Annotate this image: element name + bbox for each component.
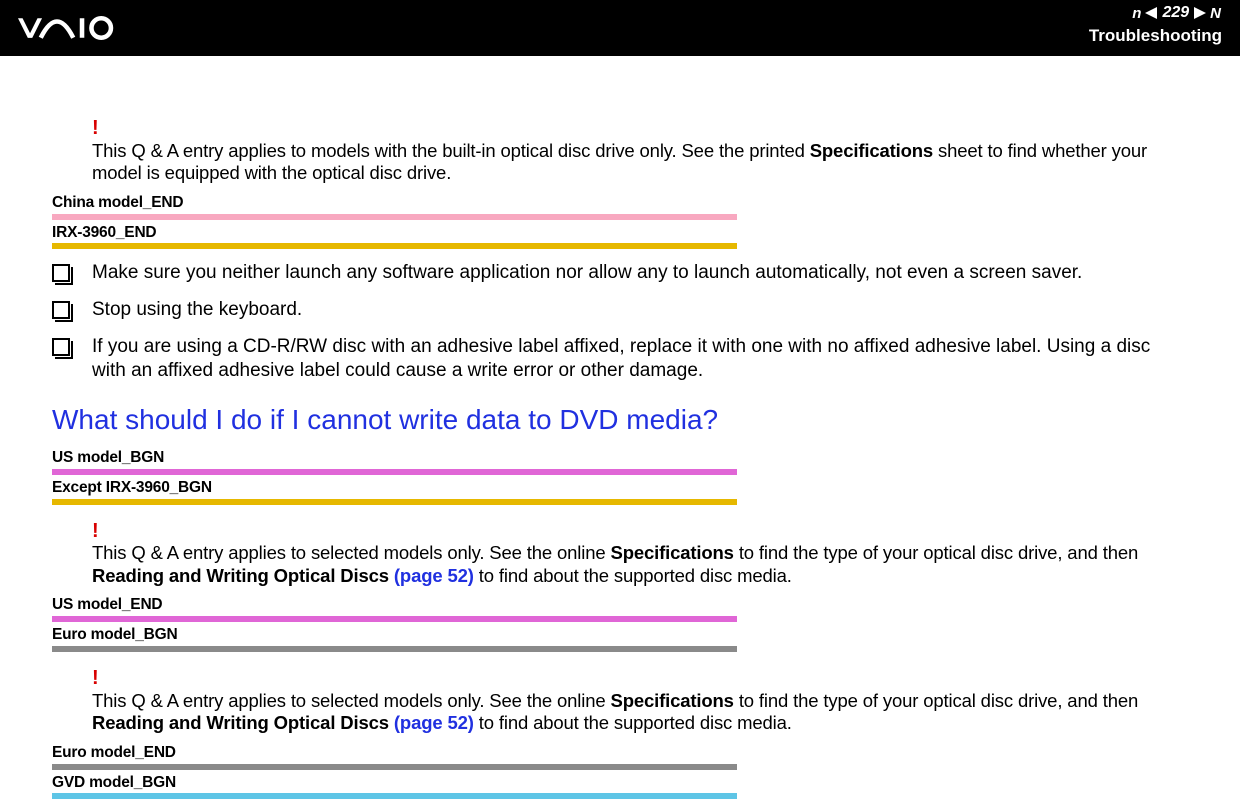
model-tag: Euro model_BGN xyxy=(52,625,1188,652)
header-bar: n 229 N Troubleshooting xyxy=(0,0,1240,56)
note3-spec: Specifications xyxy=(611,690,734,711)
model-tag-label: US model_BGN xyxy=(52,448,1188,468)
note3-t1: This Q & A entry applies to selected mod… xyxy=(92,690,611,711)
bullet-list: Make sure you neither launch any softwar… xyxy=(52,261,1188,384)
bullet-icon xyxy=(52,264,70,282)
vaio-logo-icon xyxy=(18,15,148,41)
note3-t3: to find about the supported disc media. xyxy=(474,712,792,733)
note-text-1: This Q & A entry applies to models with … xyxy=(92,140,1188,185)
note-text-3: This Q & A entry applies to selected mod… xyxy=(92,690,1188,735)
model-tag-bar xyxy=(52,499,737,505)
list-item: Stop using the keyboard. xyxy=(52,298,1188,323)
model-tag: US model_END xyxy=(52,595,1188,622)
bullet-icon xyxy=(52,301,70,319)
nav-prev-icon[interactable] xyxy=(1145,7,1157,19)
note3-page-link[interactable]: (page 52) xyxy=(394,712,474,733)
list-item: If you are using a CD-R/RW disc with an … xyxy=(52,335,1188,384)
page-number: 229 xyxy=(1162,4,1189,22)
nav-n-left[interactable]: n xyxy=(1132,5,1141,22)
model-tag: Except IRX-3960_BGN xyxy=(52,478,1188,505)
model-tag-label: Euro model_END xyxy=(52,743,1188,763)
model-tag-label: IRX-3960_END xyxy=(52,223,1188,243)
warning-icon: ! xyxy=(92,116,1188,142)
model-tag-bar xyxy=(52,793,737,799)
note1-spec: Specifications xyxy=(810,140,933,161)
section-title: Troubleshooting xyxy=(1089,26,1222,46)
model-tag-bar xyxy=(52,214,737,220)
note3-rw: Reading and Writing Optical Discs xyxy=(92,712,394,733)
note2-t3: to find about the supported disc media. xyxy=(474,565,792,586)
nav-next-icon[interactable] xyxy=(1194,7,1206,19)
warning-icon: ! xyxy=(92,519,1188,545)
list-item: Make sure you neither launch any softwar… xyxy=(52,261,1188,286)
note2-t2: to find the type of your optical disc dr… xyxy=(734,542,1138,563)
page-body: ! This Q & A entry applies to models wit… xyxy=(0,56,1240,799)
model-tag-label: GVD model_BGN xyxy=(52,773,1188,793)
model-tag: GVD model_BGN xyxy=(52,773,1188,799)
model-tag-label: Euro model_BGN xyxy=(52,625,1188,645)
model-tag: China model_END xyxy=(52,193,1188,220)
list-item-text: If you are using a CD-R/RW disc with an … xyxy=(92,335,1188,384)
model-tag-bar xyxy=(52,764,737,770)
model-tag-bar xyxy=(52,469,737,475)
model-tag: US model_BGN xyxy=(52,448,1188,475)
page-nav: n 229 N xyxy=(1131,4,1222,22)
model-tag-bar xyxy=(52,616,737,622)
note2-spec: Specifications xyxy=(611,542,734,563)
model-tag-bar xyxy=(52,243,737,249)
note3-t2: to find the type of your optical disc dr… xyxy=(734,690,1138,711)
note2-t1: This Q & A entry applies to selected mod… xyxy=(92,542,611,563)
note2-rw: Reading and Writing Optical Discs xyxy=(92,565,394,586)
note1-t1: This Q & A entry applies to models with … xyxy=(92,140,810,161)
model-tag-label: China model_END xyxy=(52,193,1188,213)
model-tag: Euro model_END xyxy=(52,743,1188,770)
nav-n-right[interactable]: N xyxy=(1210,5,1221,22)
bullet-icon xyxy=(52,338,70,356)
note2-page-link[interactable]: (page 52) xyxy=(394,565,474,586)
model-tag-label: Except IRX-3960_BGN xyxy=(52,478,1188,498)
list-item-text: Stop using the keyboard. xyxy=(92,298,1188,323)
note-text-2: This Q & A entry applies to selected mod… xyxy=(92,542,1188,587)
model-tag: IRX-3960_END xyxy=(52,223,1188,250)
model-tag-bar xyxy=(52,646,737,652)
question-heading: What should I do if I cannot write data … xyxy=(52,402,1188,438)
model-tag-label: US model_END xyxy=(52,595,1188,615)
list-item-text: Make sure you neither launch any softwar… xyxy=(92,261,1188,286)
warning-icon: ! xyxy=(92,666,1188,692)
